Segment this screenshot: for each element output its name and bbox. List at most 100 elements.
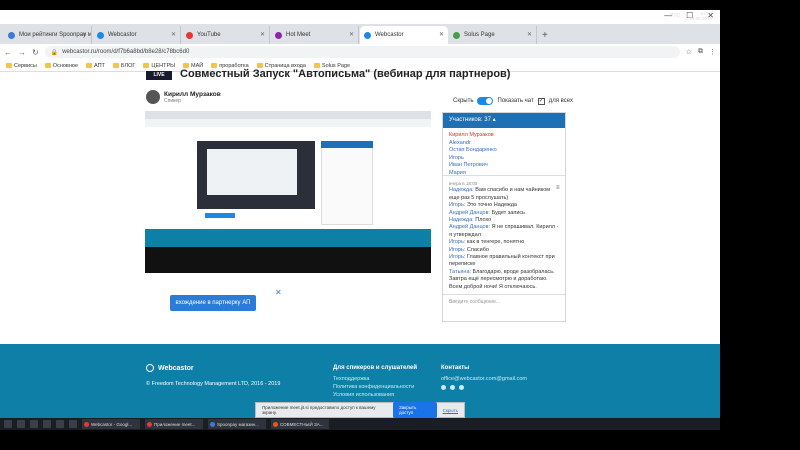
folder-icon	[86, 63, 92, 68]
search-icon[interactable]	[17, 420, 25, 428]
participants-list: Кирилл Мурзаков Alexandr Остап Бондаренко И…	[443, 128, 565, 176]
message-author: Игорь:	[449, 239, 466, 246]
close-tab-icon[interactable]: ✕	[349, 31, 354, 38]
message-author: Надежда:	[449, 187, 474, 194]
participant-item[interactable]: Игорь	[449, 155, 559, 163]
show-chat-label: Показать чат	[497, 98, 534, 104]
tab-label: Solus Page	[464, 32, 495, 38]
chat-message: Игорь: Главное правильный контекст при п…	[449, 254, 559, 269]
taskbar-app[interactable]: СОВМЕСТНЫЙ ЗА...	[271, 419, 329, 429]
taskbar-app[interactable]: Spoonpay магазин...	[208, 419, 266, 429]
chrome-icon[interactable]	[56, 420, 64, 428]
video-player[interactable]	[145, 111, 431, 273]
tab[interactable]: Мои рейтинги Spoonpay магазин✕	[4, 26, 92, 44]
folder-icon[interactable]	[43, 420, 51, 428]
vk-icon[interactable]	[441, 385, 446, 390]
facebook-icon[interactable]	[450, 385, 455, 390]
message-author: Андрей Данцов:	[449, 224, 491, 231]
footer-link[interactable]: Техподдержка	[333, 375, 417, 383]
folder-icon	[112, 63, 119, 68]
tab[interactable]: Webcastor ✕	[93, 26, 181, 44]
favicon-icon	[8, 31, 15, 39]
shared-taskbar	[145, 247, 431, 273]
for-all-checkbox[interactable]: ✓	[537, 97, 545, 105]
reload-icon[interactable]: ↻	[32, 48, 39, 57]
youtube-icon[interactable]	[459, 385, 464, 390]
menu-icon[interactable]: ⋮	[709, 48, 716, 56]
chat-message: Игорь: Это точно Надежда	[449, 202, 559, 209]
tab[interactable]: Hot Meet ✕	[271, 26, 359, 44]
message-text: вчера в 18:00	[449, 181, 478, 186]
app-icon	[84, 421, 89, 427]
taskbar-app-label: Webcastor - Googl...	[91, 421, 133, 427]
back-icon[interactable]: ←	[4, 48, 12, 57]
close-tab-icon[interactable]: ✕	[171, 31, 176, 38]
shared-cta	[205, 213, 235, 218]
bookmark-item[interactable]: Основное	[44, 62, 78, 69]
footer-email[interactable]: office@webcastor.com@gmail.com	[441, 375, 527, 383]
forward-icon[interactable]: →	[18, 48, 26, 57]
footer-link[interactable]: Политика конфиденциальности	[333, 383, 417, 391]
new-tab-button[interactable]: +	[542, 30, 548, 44]
taskbar-app-label: Spoonpay магазин...	[217, 421, 259, 427]
participants-header[interactable]: Участников: 37 ▴	[443, 113, 565, 128]
partner-button[interactable]: вхождение в партнерку АП	[170, 295, 256, 311]
close-icon[interactable]: ✕	[275, 288, 282, 297]
bookmark-label: Основное	[52, 62, 78, 69]
app-icon	[210, 421, 215, 427]
tab[interactable]: YouTube ✕	[182, 26, 270, 44]
webinar-page: LIVE Совместный Запуск "Автописьма" (веб…	[0, 68, 720, 418]
bookmark-item[interactable]: Сервисы	[6, 63, 37, 69]
lock-icon: 🔒	[50, 49, 59, 56]
stop-share-button[interactable]: Закрыть доступ	[393, 402, 437, 418]
language-indicator[interactable]: РУС	[670, 13, 680, 19]
chat-message: Игорь: как в тенгере, понятно	[449, 239, 559, 246]
taskbar-app[interactable]: Webcastor - Googl...	[82, 419, 140, 429]
bookmark-item[interactable]: ЦЕНТРЫ	[143, 63, 175, 69]
clock[interactable]: 23:27 24.06.2019	[689, 11, 712, 21]
close-tab-icon[interactable]: ✕	[527, 31, 532, 38]
favicon-icon	[275, 31, 282, 39]
close-tab-icon[interactable]: ✕	[439, 31, 444, 38]
participant-item[interactable]: Остап Бондаренко	[449, 147, 559, 155]
shared-nested-screen	[207, 149, 297, 195]
tab[interactable]: Solus Page ✕	[449, 26, 537, 44]
message-author: Надежда:	[449, 217, 474, 224]
tab-bar: Мои рейтинги Spoonpay магазин✕ Webcastor ✕…	[0, 24, 720, 44]
close-tab-icon[interactable]: ✕	[260, 31, 265, 38]
url-input[interactable]: 🔒 webcastor.ru/room/d/f7b6a8bd/b8e28/c78…	[44, 46, 680, 58]
task-view-icon[interactable]	[30, 420, 38, 428]
taskbar-app[interactable]: Приложение meet...	[145, 419, 203, 429]
app-icon	[273, 421, 278, 427]
footer-logo[interactable]: Webcastor	[146, 364, 194, 372]
extension-icon[interactable]: ⧉	[698, 48, 703, 56]
tab[interactable]: Webcastor ✕	[360, 26, 448, 44]
desktop-screen: Мои рейтинги Spoonpay магазин✕ Webcastor ✕…	[0, 10, 720, 430]
windows-icon[interactable]	[4, 420, 12, 428]
for-all-label: для всех	[548, 98, 573, 104]
message-author: Андрей Данцов:	[449, 209, 491, 216]
close-tab-icon[interactable]: ✕	[82, 31, 87, 38]
star-icon[interactable]: ☆	[686, 48, 692, 56]
message-author: Игорь:	[449, 246, 466, 253]
shared-chat-header	[321, 141, 373, 148]
chat-panel: Участников: 37 ▴ Кирилл Мурзаков Alexandr…	[442, 112, 566, 322]
folder-icon	[44, 63, 51, 68]
webcastor-icon	[146, 364, 154, 372]
chat-message: Надежда: Вам спасибо и нам чайником еще …	[449, 187, 559, 202]
chat-message: Татьяна: Благодарю, вроде разобралась. З…	[449, 269, 559, 291]
participant-item[interactable]: Alexandr	[449, 140, 559, 148]
bookmark-item[interactable]: БЛОГ	[112, 63, 135, 69]
menu-icon[interactable]: ≡	[556, 185, 560, 191]
hide-toggle[interactable]	[477, 97, 494, 105]
participant-item[interactable]: Иван Петрович	[449, 162, 559, 170]
bookmark-label: АПТ	[94, 62, 105, 69]
copyright: © Freedom Technology Management LTD, 201…	[146, 381, 281, 387]
chat-input[interactable]: Введите сообщение...	[443, 294, 565, 308]
participant-item[interactable]: Кирилл Мурзаков	[449, 132, 559, 140]
bookmark-item[interactable]: АПТ	[86, 63, 105, 69]
skype-icon[interactable]	[69, 420, 77, 428]
footer-link[interactable]: Условия использования	[333, 391, 417, 399]
shared-chat	[321, 141, 373, 225]
hide-notice-link[interactable]: Скрыть	[443, 408, 458, 413]
